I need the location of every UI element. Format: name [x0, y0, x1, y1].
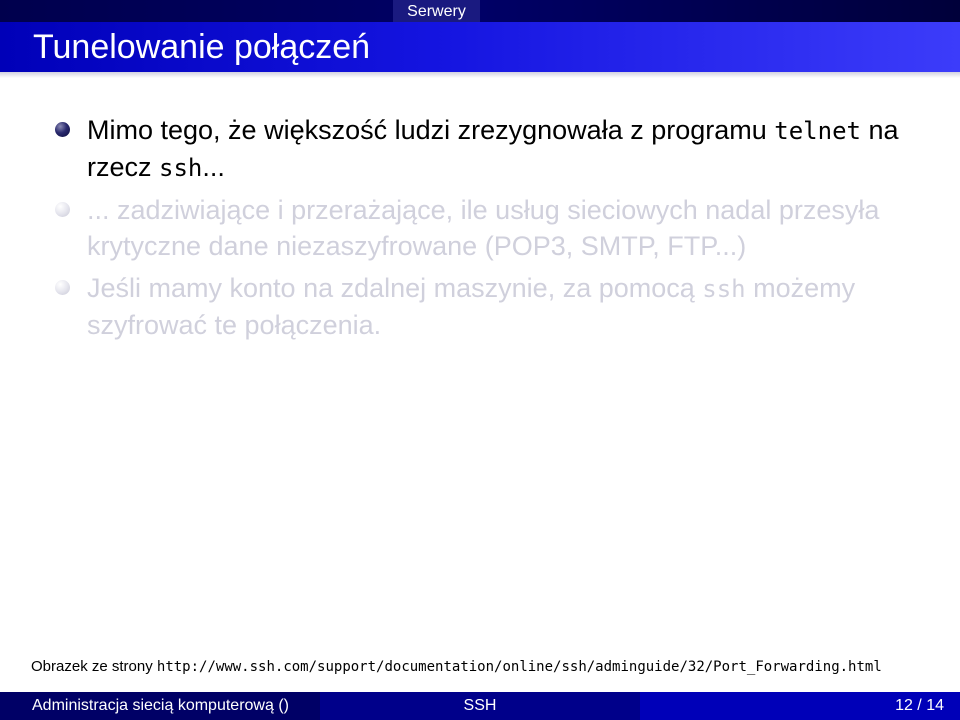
source-url-link[interactable]: http://www.ssh.com/support/documentation… [157, 659, 882, 675]
slide-footer: Administracja siecią komputerową () SSH … [0, 692, 960, 720]
bullet-item-2: ... zadziwiające i przerażające, ile usł… [55, 192, 935, 264]
bullet-item-3: Jeśli mamy konto na zdalnej maszynie, za… [55, 270, 935, 343]
code-ssh: ssh [702, 275, 746, 303]
code-ssh: ssh [159, 154, 203, 182]
bullet-list: Mimo tego, że większość ludzi zrezygnowa… [55, 112, 935, 349]
slide-header: Serwery Tunelowanie połączeń [0, 0, 960, 80]
header-shadow [0, 72, 960, 78]
bullet-text: Jeśli mamy konto na zdalnej maszynie, za… [87, 273, 703, 303]
bullet-text: ... [202, 152, 225, 182]
image-source-note: Obrazek ze strony http://www.ssh.com/sup… [31, 657, 960, 679]
source-label: Obrazek ze strony [31, 658, 153, 675]
code-telnet: telnet [774, 117, 861, 145]
bullet-ball-icon [55, 122, 70, 137]
footer-page-number: 12 / 14 [640, 692, 960, 720]
footer-course-title: Administracja siecią komputerową () [0, 692, 320, 720]
slide-title: Tunelowanie połączeń [33, 28, 371, 66]
footer-topic: SSH [320, 692, 640, 720]
bullet-ball-icon [55, 280, 70, 295]
bullet-item-1: Mimo tego, że większość ludzi zrezygnowa… [55, 112, 935, 186]
section-nav-serwery[interactable]: Serwery [393, 0, 480, 22]
section-navigation-bar [0, 0, 960, 22]
bullet-ball-icon [55, 202, 70, 217]
bullet-text: Mimo tego, że większość ludzi zrezygnowa… [87, 115, 775, 145]
bullet-text: ... zadziwiające i przerażające, ile usł… [87, 195, 880, 261]
